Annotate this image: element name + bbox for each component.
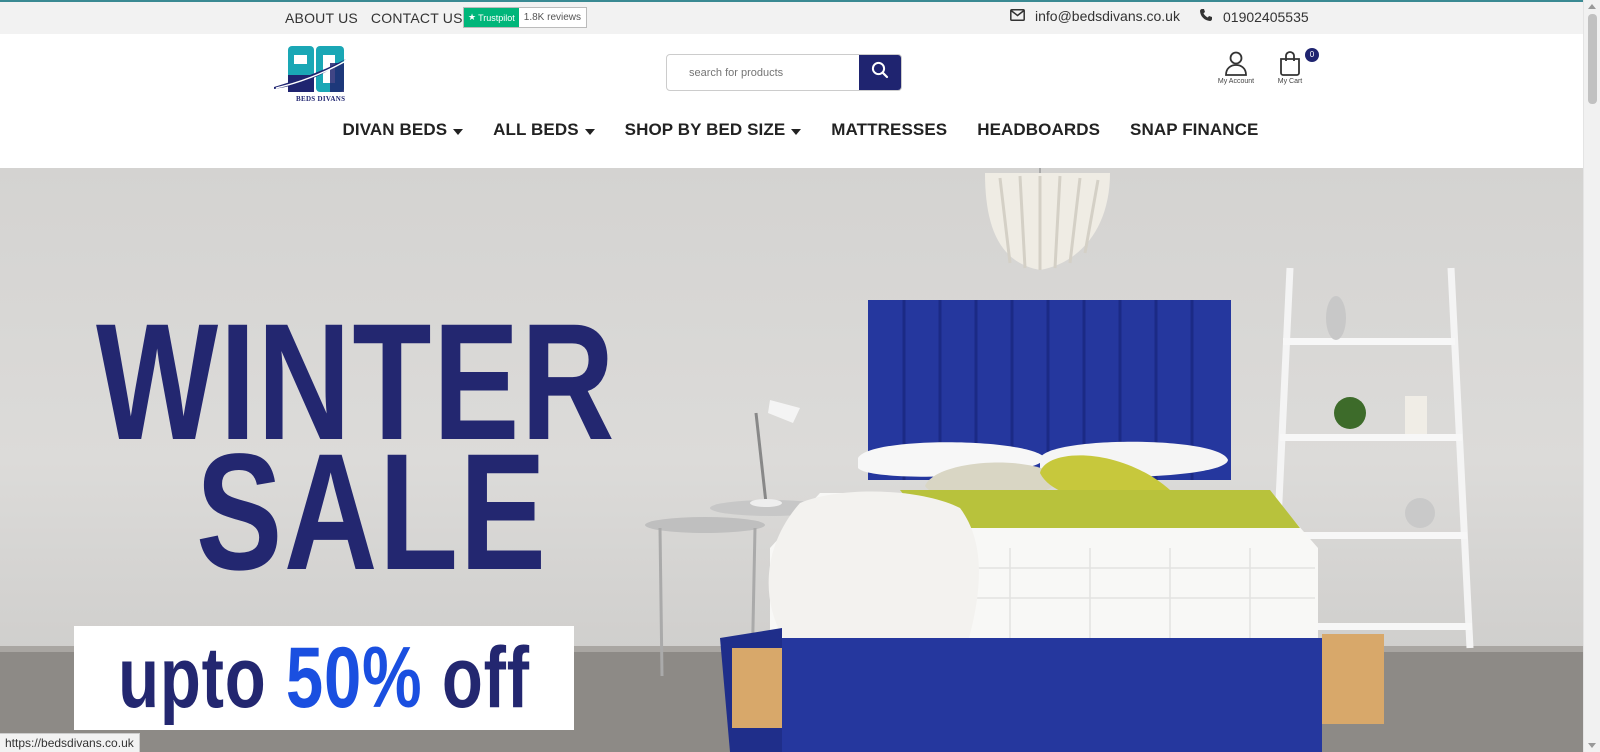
trustpilot-label: Trustpilot	[478, 12, 515, 23]
account-link[interactable]: My Account	[1212, 50, 1260, 85]
site-header: BEDS DIVANS My Account 0 My Car	[0, 34, 1583, 168]
trustpilot-logo: ★ Trustpilot	[464, 8, 519, 27]
trustpilot-star-icon: ★	[468, 12, 477, 22]
status-bar-url: https://bedsdivans.co.uk	[0, 733, 140, 752]
nav-label: SNAP FINANCE	[1130, 120, 1259, 139]
about-us-link[interactable]: ABOUT US	[285, 10, 358, 26]
top-links: ABOUT US CONTACT US	[285, 10, 463, 26]
logo-text: BEDS DIVANS	[296, 95, 346, 103]
caret-down-icon	[453, 128, 464, 135]
contact-us-link[interactable]: CONTACT US	[371, 10, 463, 26]
phone-icon	[1199, 8, 1213, 25]
search-input[interactable]	[667, 55, 859, 90]
nav-label: SHOP BY BED SIZE	[624, 120, 786, 139]
caret-down-icon	[584, 128, 595, 135]
scrollbar-thumb[interactable]	[1588, 14, 1597, 104]
hero-banner[interactable]: WINTER SALE upto 50% off	[0, 168, 1583, 752]
hero-headline-line2: SALE	[196, 420, 548, 605]
nav-item-shop-by-bed-size[interactable]: SHOP BY BED SIZE	[610, 120, 817, 140]
nav-item-divan-beds[interactable]: DIVAN BEDS	[328, 120, 479, 140]
offer-highlight: 50%	[285, 629, 423, 726]
nav-item-snap-finance[interactable]: SNAP FINANCE	[1115, 120, 1273, 140]
cart-count-badge: 0	[1305, 48, 1319, 62]
shopping-bag-icon	[1277, 51, 1303, 78]
caret-down-icon	[791, 128, 802, 135]
scroll-up-arrow-icon[interactable]	[1588, 4, 1596, 9]
nav-label: MATTRESSES	[831, 120, 948, 139]
search-icon	[871, 61, 889, 84]
mail-icon	[1010, 8, 1025, 24]
account-label: My Account	[1217, 78, 1255, 85]
email-text: info@bedsdivans.co.uk	[1035, 8, 1180, 24]
user-icon	[1223, 51, 1249, 78]
hero-offer-box: upto 50% off	[74, 626, 574, 730]
nav-item-mattresses[interactable]: MATTRESSES	[816, 120, 962, 140]
site-logo[interactable]: BEDS DIVANS	[274, 43, 354, 105]
search-button[interactable]	[859, 55, 901, 90]
nav-label: ALL BEDS	[493, 120, 579, 139]
offer-prefix: upto	[118, 629, 286, 726]
cart-link[interactable]: 0 My Cart	[1270, 48, 1319, 85]
page-scrollbar[interactable]	[1583, 0, 1600, 752]
page: ABOUT US CONTACT US ★ Trustpilot 1.8K re…	[0, 0, 1583, 752]
scroll-down-arrow-icon[interactable]	[1588, 743, 1596, 748]
nav-item-all-beds[interactable]: ALL BEDS	[478, 120, 610, 140]
hero-offer-text: upto 50% off	[118, 629, 530, 728]
phone-contact[interactable]: 01902405535	[1199, 8, 1309, 25]
main-nav: DIVAN BEDS ALL BEDS SHOP BY BED SIZE MAT…	[0, 120, 1583, 140]
nav-label: DIVAN BEDS	[342, 120, 448, 139]
top-bar: ABOUT US CONTACT US ★ Trustpilot 1.8K re…	[0, 0, 1583, 34]
nav-label: HEADBOARDS	[977, 120, 1101, 139]
phone-text: 01902405535	[1223, 8, 1309, 25]
trustpilot-badge[interactable]: ★ Trustpilot 1.8K reviews	[463, 7, 588, 28]
email-contact[interactable]: info@bedsdivans.co.uk	[1010, 8, 1180, 24]
offer-suffix: off	[422, 629, 530, 726]
search-bar	[666, 54, 902, 91]
cart-label: My Cart	[1277, 78, 1303, 85]
trustpilot-reviews: 1.8K reviews	[523, 12, 582, 23]
nav-item-headboards[interactable]: HEADBOARDS	[962, 120, 1115, 140]
